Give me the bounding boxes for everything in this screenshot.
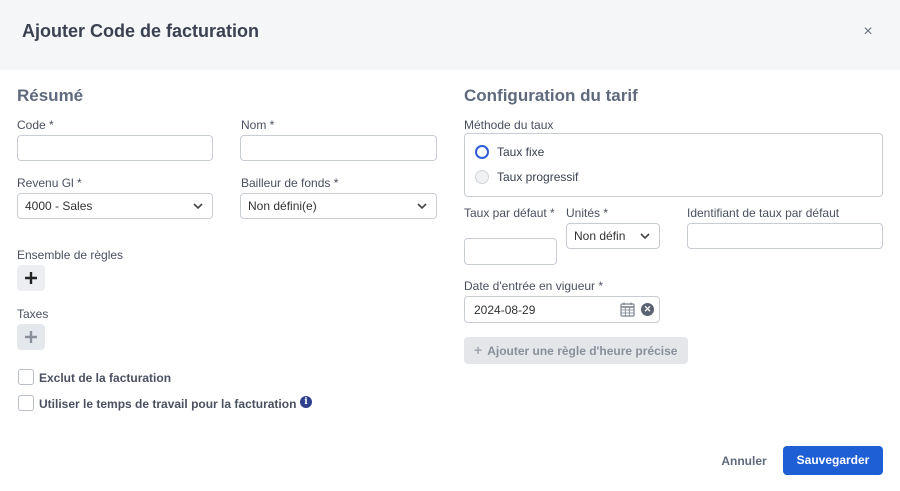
funder-select-value: Non défini(e)	[248, 199, 317, 213]
units-label: Unités *	[566, 206, 609, 220]
calendar-icon[interactable]	[620, 302, 635, 317]
radio-fixed-rate-label: Taux fixe	[497, 145, 545, 159]
chevron-down-icon	[640, 233, 650, 240]
add-time-rule-label: Ajouter une règle d'heure précise	[487, 344, 678, 358]
radio-progressive-rate[interactable]	[475, 170, 489, 184]
gl-select-value: 4000 - Sales	[25, 199, 93, 213]
units-select-value: Non défin	[574, 229, 626, 243]
effective-date-input[interactable]: 2024-08-29 ✕	[464, 296, 660, 323]
add-time-rule-button[interactable]: + Ajouter une règle d'heure précise	[464, 337, 688, 364]
radio-fixed-rate[interactable]	[475, 145, 489, 159]
default-rate-id-label: Identifiant de taux par défaut	[687, 206, 840, 220]
code-label: Code *	[17, 118, 54, 132]
plus-icon	[25, 272, 37, 284]
funder-label: Bailleur de fonds *	[241, 176, 339, 190]
rate-config-title: Configuration du tarif	[464, 86, 638, 105]
dialog-header: Ajouter Code de facturation ×	[0, 0, 900, 70]
ruleset-label: Ensemble de règles	[17, 248, 124, 262]
worktime-billing-checkbox[interactable]	[18, 395, 34, 411]
rate-method-label: Méthode du taux	[464, 118, 554, 132]
code-input[interactable]	[17, 135, 213, 161]
add-ruleset-button[interactable]	[17, 265, 45, 291]
name-label: Nom *	[241, 118, 275, 132]
add-tax-button[interactable]	[17, 324, 45, 350]
exclude-billing-checkbox[interactable]	[18, 369, 34, 385]
chevron-down-icon	[193, 203, 203, 210]
default-rate-label: Taux par défaut *	[464, 206, 555, 220]
save-button[interactable]: Sauvegarder	[783, 446, 883, 475]
gl-select[interactable]: 4000 - Sales	[17, 193, 213, 219]
effective-date-value: 2024-08-29	[474, 303, 536, 317]
summary-title: Résumé	[17, 86, 84, 105]
taxes-label: Taxes	[17, 307, 49, 321]
rate-method-group	[464, 133, 883, 197]
default-rate-id-input[interactable]	[687, 223, 883, 249]
dialog-title: Ajouter Code de facturation	[22, 21, 260, 41]
gl-label: Revenu Gl *	[17, 176, 82, 190]
plus-icon	[25, 331, 37, 343]
default-rate-input[interactable]	[464, 238, 557, 265]
name-input[interactable]	[240, 135, 437, 161]
exclude-billing-label: Exclut de la facturation	[39, 371, 172, 385]
effective-date-label: Date d'entrée en vigueur *	[464, 279, 604, 293]
cancel-button[interactable]: Annuler	[712, 447, 776, 475]
radio-progressive-rate-label: Taux progressif	[497, 170, 579, 184]
close-icon[interactable]: ×	[858, 22, 878, 42]
clear-icon[interactable]: ✕	[641, 303, 654, 316]
units-select[interactable]: Non défin	[566, 223, 660, 249]
plus-icon: +	[474, 342, 483, 358]
worktime-billing-label: Utiliser le temps de travail pour la fac…	[39, 397, 297, 411]
info-icon[interactable]: i	[300, 396, 312, 408]
funder-select[interactable]: Non défini(e)	[240, 193, 437, 219]
chevron-down-icon	[417, 203, 427, 210]
